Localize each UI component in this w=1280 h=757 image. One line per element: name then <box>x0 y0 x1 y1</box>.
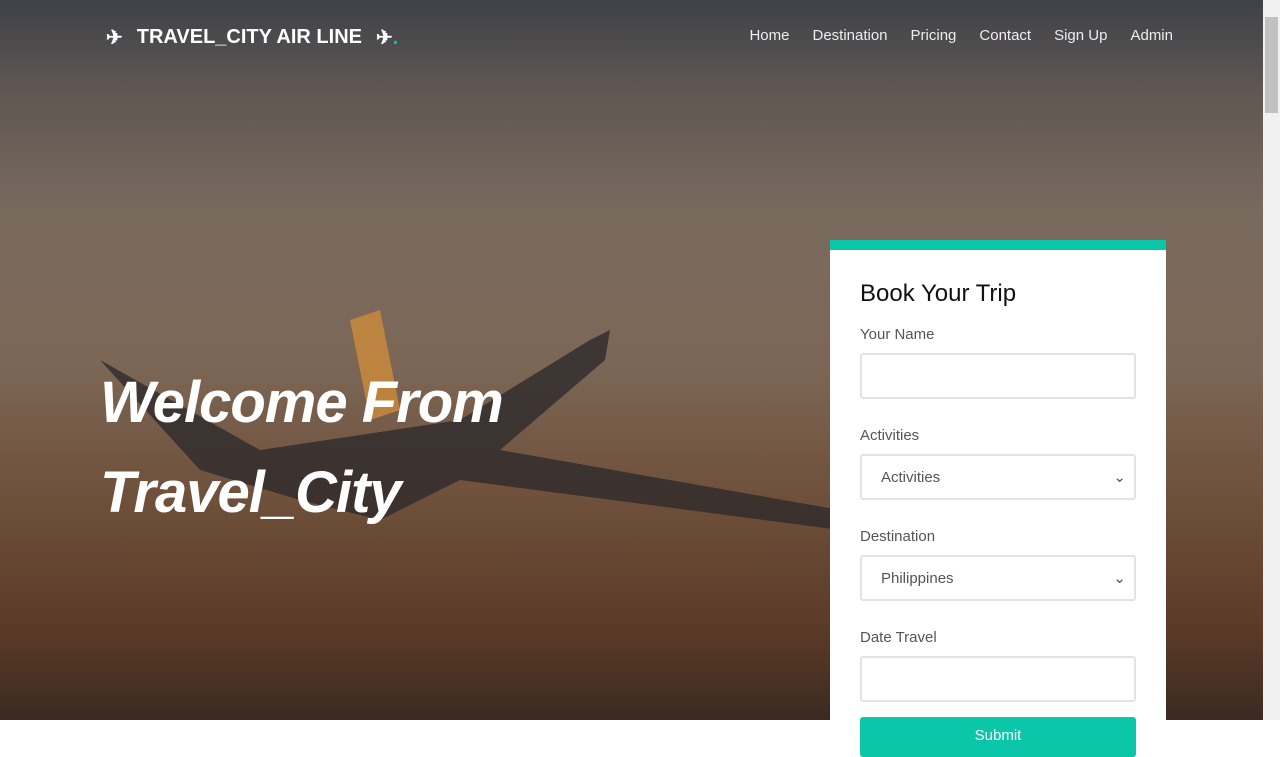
nav-home[interactable]: Home <box>749 27 789 44</box>
booking-form: Book Your Trip Your Name Activities Acti… <box>830 240 1166 757</box>
name-label: Your Name <box>860 326 935 343</box>
destination-label: Destination <box>860 528 936 545</box>
activities-value: Activities <box>881 468 941 486</box>
nav-contact[interactable]: Contact <box>979 27 1031 44</box>
nav-sign-up[interactable]: Sign Up <box>1054 27 1107 44</box>
chevron-down-icon: ⌄ <box>1113 570 1126 587</box>
nav-destination[interactable]: Destination <box>812 27 887 44</box>
activities-select[interactable]: Activities ⌄ <box>860 454 1136 500</box>
scrollbar-thumb[interactable] <box>1265 17 1278 113</box>
hero-line-2: Travel_City <box>100 460 402 525</box>
plane-icon: ✈ <box>106 27 123 49</box>
destination-value: Philippines <box>881 569 954 587</box>
nav-admin[interactable]: Admin <box>1130 27 1173 44</box>
brand-title: TRAVEL_CITY AIR LINE <box>136 26 362 48</box>
scrollbar[interactable] <box>1263 0 1280 720</box>
form-title: Book Your Trip <box>860 280 1017 307</box>
activities-label: Activities <box>860 427 920 444</box>
date-input[interactable] <box>860 656 1136 702</box>
destination-select[interactable]: Philippines ⌄ <box>860 555 1136 601</box>
nav-pricing[interactable]: Pricing <box>911 27 957 44</box>
submit-button[interactable]: Submit <box>860 717 1136 757</box>
main-nav: Home Destination Pricing Contact Sign Up… <box>749 27 1173 44</box>
hero-line-1: Welcome From <box>100 370 504 435</box>
chevron-down-icon: ⌄ <box>1113 469 1126 486</box>
date-label: Date Travel <box>860 629 937 646</box>
plane-icon: ✈. <box>375 27 399 49</box>
hero-heading: Welcome From Travel_City <box>100 358 504 538</box>
name-input[interactable] <box>860 353 1136 399</box>
brand-logo[interactable]: ✈ TRAVEL_CITY AIR LINE ✈. <box>106 25 398 50</box>
